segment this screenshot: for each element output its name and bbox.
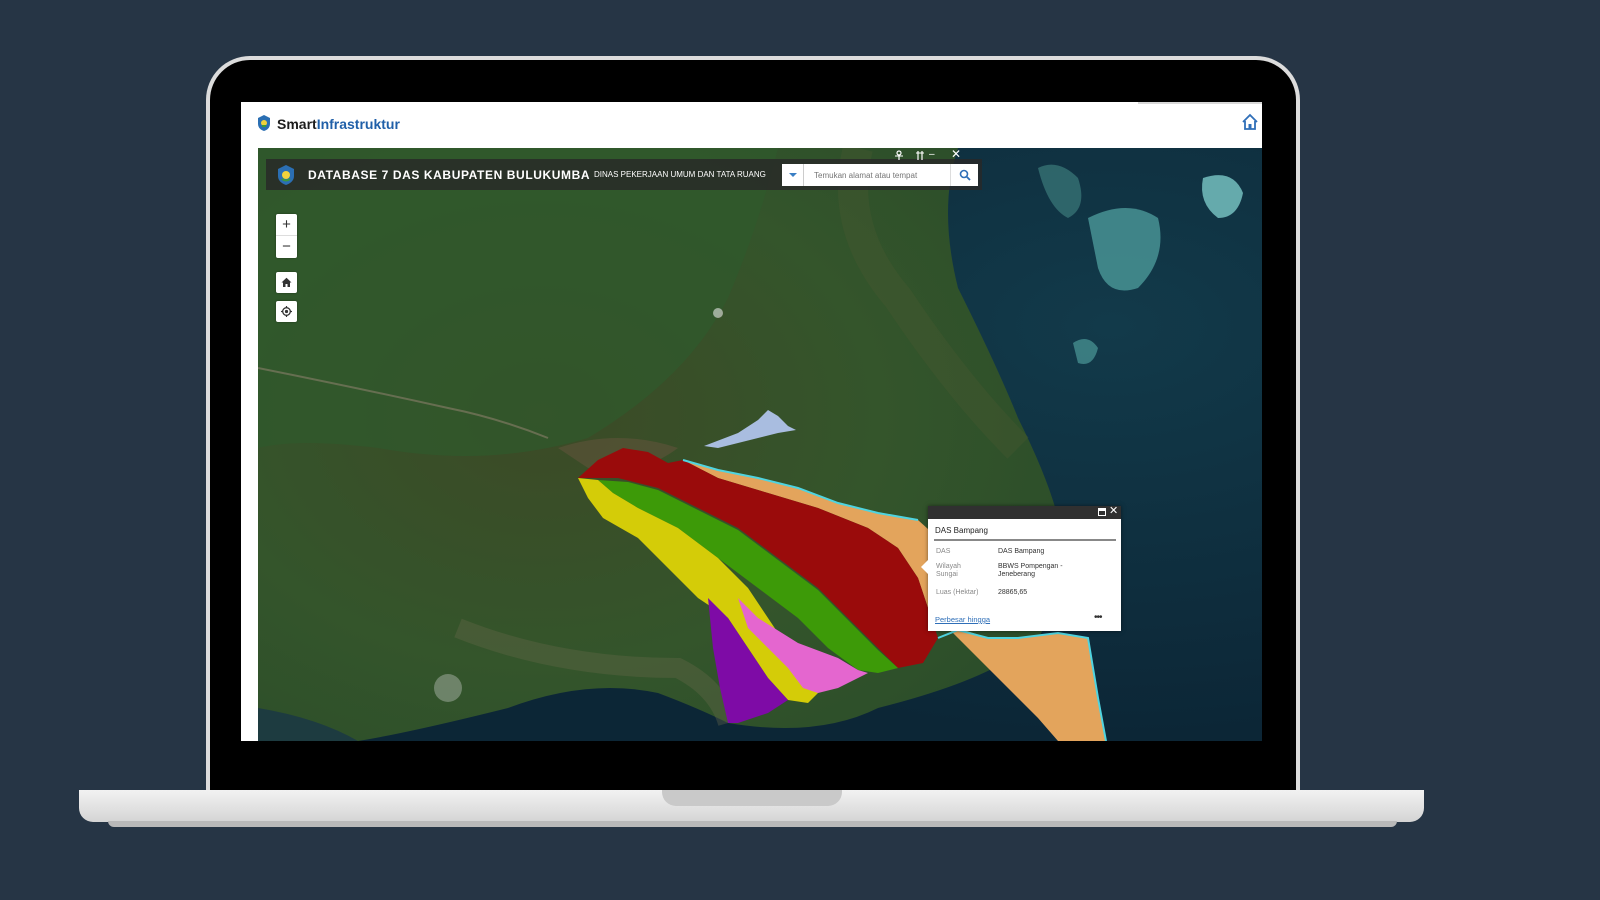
map-title: DATABASE 7 DAS KABUPATEN BULUKUMBA xyxy=(308,168,591,182)
zoom-control: + − xyxy=(276,214,297,258)
field-value: 28865,65 xyxy=(998,589,1028,596)
locate-icon xyxy=(281,306,292,317)
attribute-table-icon[interactable] xyxy=(916,151,924,160)
app-header: SmartInfrastruktur xyxy=(241,102,1262,148)
more-options-button[interactable]: ••• xyxy=(1094,612,1102,623)
brand-part-2: Infrastruktur xyxy=(316,116,400,132)
regency-emblem-icon xyxy=(278,165,294,185)
home-icon xyxy=(1242,113,1258,130)
field-value: DAS Bampang xyxy=(998,548,1045,555)
home-icon xyxy=(281,277,292,287)
chevron-down-icon xyxy=(789,173,797,177)
map-subtitle: DINAS PEKERJAAN UMUM DAN TATA RUANG xyxy=(594,170,766,179)
zoom-out-button[interactable]: − xyxy=(276,236,297,258)
popup-divider xyxy=(934,539,1116,541)
feature-popup: ✕ DAS Bampang DAS DAS Bampang Wilayah Su… xyxy=(921,505,1121,631)
app-logo-icon xyxy=(258,115,270,131)
laptop-base-foot xyxy=(108,821,1397,827)
default-extent-button[interactable] xyxy=(276,272,297,293)
laptop-notch xyxy=(662,790,842,806)
close-button[interactable]: ✕ xyxy=(951,148,961,160)
field-label: DAS xyxy=(936,548,951,555)
search-input[interactable] xyxy=(804,164,950,186)
locate-button[interactable] xyxy=(276,301,297,322)
pin-icon[interactable] xyxy=(894,150,904,160)
zoom-to-link[interactable]: Perbesar hingga xyxy=(935,615,990,624)
popup-close-button[interactable]: ✕ xyxy=(1109,505,1118,518)
popup-pointer xyxy=(921,560,928,574)
watershed-lightblue[interactable] xyxy=(704,410,796,448)
popup-header: ✕ xyxy=(928,505,1121,519)
minimize-button[interactable]: – xyxy=(929,150,935,160)
map-title-bar: DATABASE 7 DAS KABUPATEN BULUKUMBA DINAS… xyxy=(266,159,982,190)
brand-part-1: Smart xyxy=(277,116,317,132)
watershed-layer xyxy=(578,410,1107,741)
laptop-screen: SmartInfrastruktur DATABASE 7 DAS KABUPA… xyxy=(241,102,1262,741)
map-view[interactable]: DATABASE 7 DAS KABUPATEN BULUKUMBA DINAS… xyxy=(258,148,1262,741)
maximize-icon[interactable] xyxy=(1098,508,1106,516)
search-button[interactable] xyxy=(950,164,978,186)
app-brand[interactable]: SmartInfrastruktur xyxy=(277,116,400,132)
search-icon xyxy=(959,169,971,181)
field-label: Wilayah Sungai xyxy=(936,563,961,578)
field-label: Luas (Hektar) xyxy=(936,589,979,596)
field-value: BBWS Pompengan - Jeneberang xyxy=(998,563,1063,578)
header-divider xyxy=(1138,102,1262,104)
search-source-dropdown[interactable] xyxy=(782,164,804,186)
popup-title: DAS Bampang xyxy=(935,526,988,535)
header-home-button[interactable] xyxy=(1240,112,1260,132)
zoom-in-button[interactable]: + xyxy=(276,214,297,236)
